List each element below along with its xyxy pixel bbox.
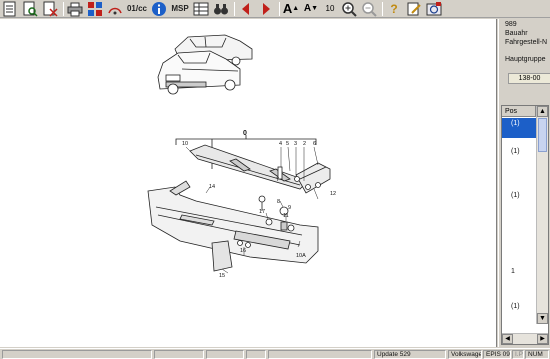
- label-bauahr: Bauahr: [505, 30, 528, 37]
- callout-0: 0: [243, 130, 247, 137]
- callout-3: 3: [294, 141, 297, 147]
- callout-17: 17: [259, 209, 265, 215]
- search-document-icon[interactable]: [21, 0, 39, 17]
- toolbar-separator: [382, 1, 383, 16]
- epis-status: EPIS 092: [483, 350, 511, 359]
- vertical-scrollbar[interactable]: ▲ ▼: [536, 106, 548, 324]
- status-bar: Update 529 Volkswagen EPIS 092 I.P NUM: [0, 348, 550, 359]
- num-lock-status: NUM: [525, 350, 549, 359]
- exploded-parts-drawing[interactable]: 0 10 4 5 3 2 6 7 8 9 14 12 17 11 16 15 1…: [0, 19, 497, 347]
- font-larger-label: A: [282, 1, 293, 16]
- parts-count-icon[interactable]: 01/cc: [126, 0, 148, 17]
- forward-arrow-icon[interactable]: [257, 0, 275, 17]
- callout-8: 8: [277, 199, 280, 205]
- toolbar-separator: [234, 1, 235, 16]
- parts-diagram: 0 10 4 5 3 2 6 7 8 9 14 12 17 11 16 15 1…: [147, 34, 336, 279]
- status-cell-empty: [2, 350, 152, 359]
- callout-5: 5: [286, 141, 289, 147]
- scroll-down-icon[interactable]: ▼: [537, 313, 548, 324]
- font-smaller-icon[interactable]: A ▼: [302, 0, 320, 17]
- parts-count-label: 01/cc: [126, 4, 148, 13]
- toolbar-separator: [279, 1, 280, 16]
- print-icon[interactable]: [66, 0, 84, 17]
- bumper-cover: [147, 180, 319, 264]
- callout-7: 7: [276, 177, 279, 183]
- status-cell-empty: [268, 350, 372, 359]
- scroll-left-icon[interactable]: ◀: [502, 334, 513, 344]
- update-status: Update 529: [374, 350, 446, 359]
- callout-16: 16: [240, 248, 246, 254]
- status-cell-empty: [154, 350, 204, 359]
- zoom-value: 10: [325, 4, 335, 13]
- horizontal-scrollbar[interactable]: ◀ ▶: [502, 333, 548, 344]
- vehicle-info: 989 Bauahr Fahrgestell-N Hauptgruppe 138…: [501, 19, 550, 101]
- list-item[interactable]: (1): [502, 118, 536, 138]
- status-cell-empty: [246, 350, 266, 359]
- status-cell-empty: [206, 350, 244, 359]
- callout-10a: 10A: [296, 253, 306, 259]
- callout-14: 14: [209, 184, 215, 190]
- callout-11: 11: [283, 213, 289, 219]
- help-label: ?: [390, 1, 398, 16]
- table-icon[interactable]: [192, 0, 210, 17]
- catalog-list-icon[interactable]: [1, 0, 19, 17]
- callout-4: 4: [279, 141, 282, 147]
- callout-6: 6: [313, 141, 316, 147]
- grid-view-icon[interactable]: [86, 0, 104, 17]
- zoom-out-icon[interactable]: [360, 0, 378, 17]
- scroll-up-icon[interactable]: ▲: [537, 106, 548, 117]
- zoom-in-icon[interactable]: [340, 0, 358, 17]
- position-list[interactable]: Pos (1) (1) (1) 1 (1) ▲ ▼ ◀ ▶: [501, 105, 549, 345]
- ip-indicator: I.P: [512, 350, 524, 359]
- note-pencil-icon[interactable]: [405, 0, 423, 17]
- hand-tool-icon[interactable]: [106, 0, 124, 17]
- model-code: 989: [505, 21, 517, 28]
- app-window: 01/cc MSP A ▲ A ▼ 10 ? 0 10 4 5 3 2 6 7 …: [0, 0, 550, 359]
- vw-logo-icon[interactable]: [425, 0, 443, 17]
- pos-column-header[interactable]: Pos: [502, 106, 536, 117]
- info-icon[interactable]: [150, 0, 168, 17]
- binoculars-icon[interactable]: [212, 0, 230, 17]
- brand-status: Volkswagen: [448, 350, 482, 359]
- scroll-thumb[interactable]: [538, 118, 547, 152]
- list-item[interactable]: (1): [502, 192, 536, 199]
- document-tools-icon[interactable]: [41, 0, 59, 17]
- toolbar: 01/cc MSP A ▲ A ▼ 10 ?: [0, 0, 550, 18]
- font-smaller-label: A: [303, 3, 312, 14]
- list-item[interactable]: (1): [502, 148, 536, 155]
- list-item[interactable]: 1: [502, 268, 536, 275]
- list-item[interactable]: (1): [502, 303, 536, 310]
- msp-label: MSP: [171, 4, 189, 13]
- callout-10: 10: [182, 141, 188, 147]
- callout-15: 15: [219, 273, 225, 279]
- label-hauptgruppe: Hauptgruppe: [505, 56, 546, 63]
- group-field[interactable]: 138-00: [508, 73, 550, 84]
- callout-2: 2: [303, 141, 306, 147]
- msp-button[interactable]: MSP: [170, 0, 190, 17]
- callout-12: 12: [330, 191, 336, 197]
- callout-9: 9: [288, 205, 291, 211]
- help-icon[interactable]: ?: [385, 0, 403, 17]
- scroll-right-icon[interactable]: ▶: [537, 334, 548, 344]
- right-info-panel: 989 Bauahr Fahrgestell-N Hauptgruppe 138…: [498, 19, 550, 347]
- vehicle-illustration: [157, 34, 253, 95]
- label-fahrgestell: Fahrgestell-N: [505, 39, 548, 46]
- back-arrow-icon[interactable]: [237, 0, 255, 17]
- toolbar-separator: [63, 1, 64, 16]
- font-larger-icon[interactable]: A ▲: [282, 0, 300, 17]
